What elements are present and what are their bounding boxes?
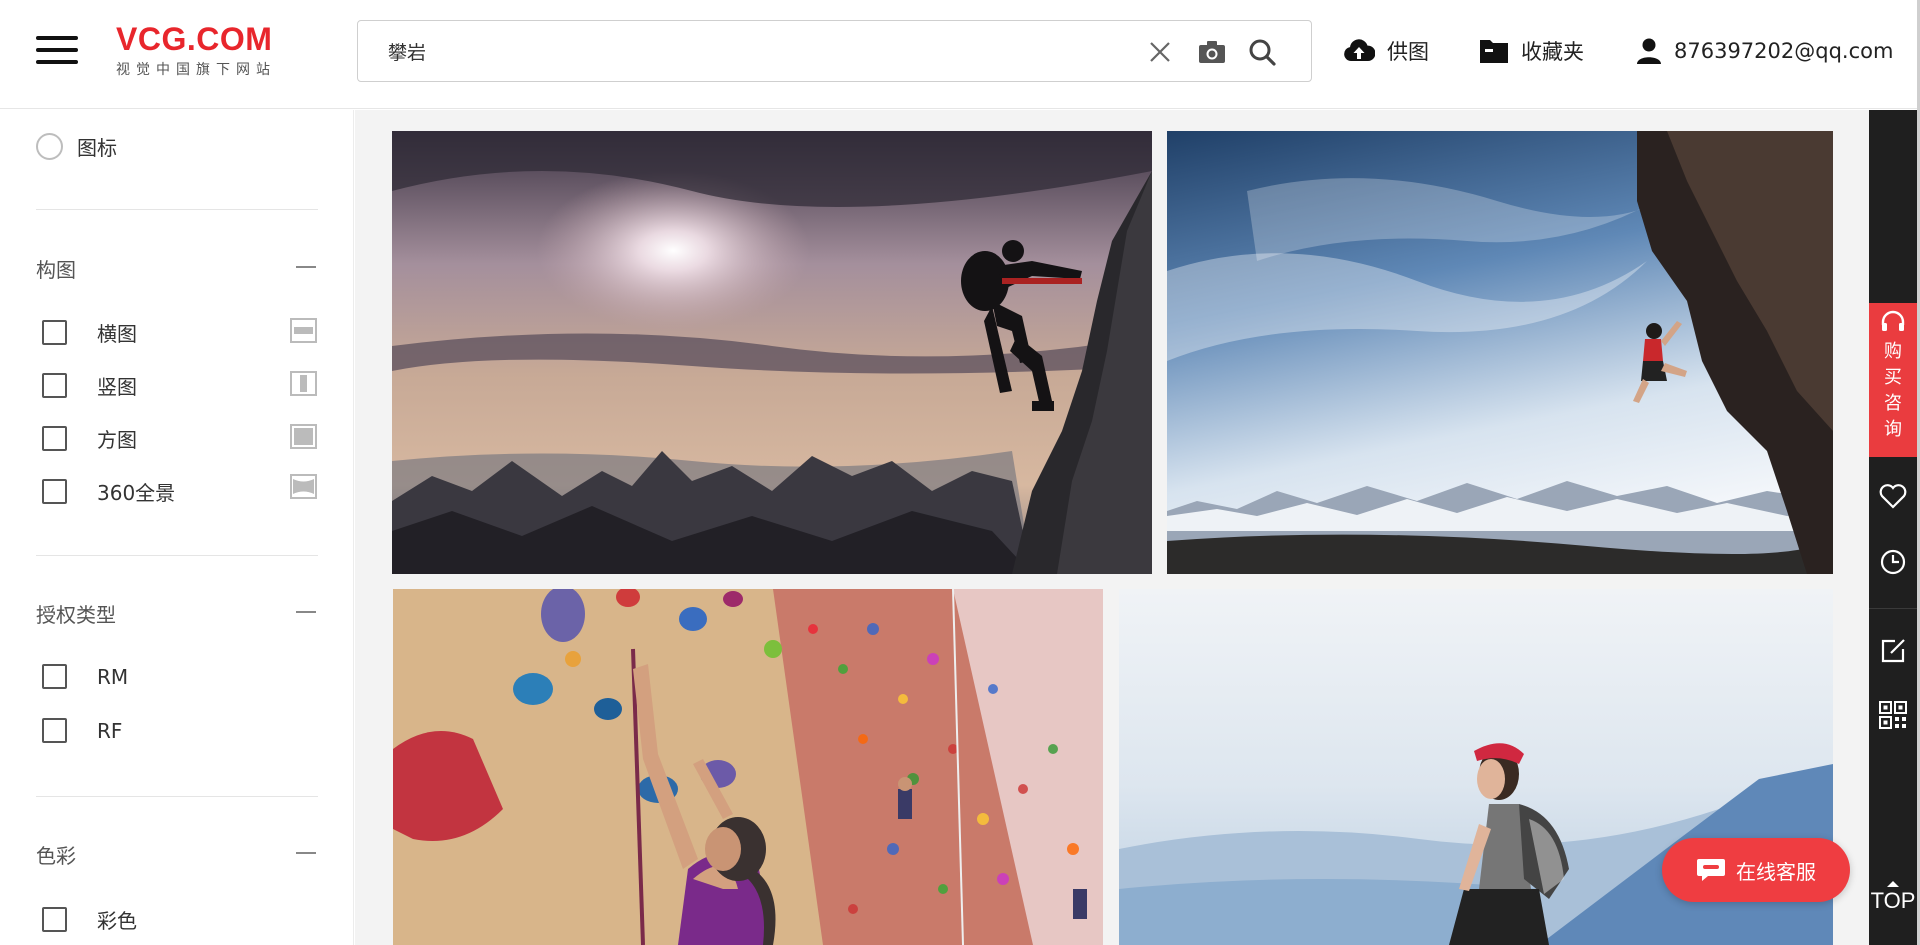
photo-climber-sunset[interactable] — [392, 131, 1152, 574]
filter-rm[interactable]: RM — [36, 664, 128, 689]
divider — [36, 209, 318, 210]
filter-icon-label: 图标 — [77, 136, 117, 160]
license-type-title: 授权类型 — [36, 603, 116, 627]
top-label: TOP — [1870, 888, 1916, 913]
checkbox[interactable] — [42, 320, 67, 345]
checkbox[interactable] — [42, 664, 67, 689]
filter-label: 竖图 — [97, 375, 137, 399]
user-email: 876397202@qq.com — [1674, 39, 1894, 63]
online-service-label: 在线客服 — [1736, 859, 1816, 884]
photo-climber-blue-sky[interactable] — [1167, 131, 1833, 574]
camera-icon[interactable] — [1196, 36, 1228, 68]
supply-label: 供图 — [1387, 40, 1429, 64]
filter-icon-option[interactable]: 图标 — [36, 132, 117, 161]
search-box — [357, 20, 1312, 82]
qr-code-icon[interactable] — [1877, 699, 1909, 731]
right-toolbar — [1869, 110, 1917, 945]
folder-icon — [1480, 40, 1508, 63]
filter-label: 360全景 — [97, 481, 176, 505]
composition-title: 构图 — [36, 258, 76, 282]
user-account-link[interactable]: 876397202@qq.com — [1636, 30, 1893, 72]
filter-vertical[interactable]: 竖图 — [36, 371, 137, 400]
divider — [36, 555, 318, 556]
photo-indoor-climbing[interactable] — [393, 589, 1103, 945]
composition-collapse-icon[interactable] — [296, 266, 316, 268]
search-icon[interactable] — [1246, 36, 1278, 68]
menu-icon[interactable] — [36, 34, 78, 66]
favorites-link[interactable]: 收藏夹 — [1479, 30, 1584, 72]
filter-square[interactable]: 方图 — [36, 424, 137, 453]
cloud-upload-icon — [1344, 39, 1375, 61]
filter-label: 方图 — [97, 428, 137, 452]
vertical-orientation-icon — [290, 371, 317, 396]
checkbox[interactable] — [42, 479, 67, 504]
favorites-label: 收藏夹 — [1521, 40, 1584, 64]
panorama-orientation-icon — [290, 474, 317, 499]
history-clock-icon[interactable] — [1877, 546, 1909, 578]
back-to-top-button[interactable]: TOP — [1869, 880, 1917, 920]
site-logo[interactable]: VCG.COM 视觉中国旗下网站 — [116, 22, 286, 79]
filter-label: RF — [97, 718, 123, 743]
clear-icon[interactable] — [1144, 36, 1176, 68]
feedback-edit-icon[interactable] — [1877, 635, 1909, 667]
consult-char: 购买咨询 — [1884, 341, 1902, 440]
checkbox[interactable] — [42, 426, 67, 451]
horizontal-orientation-icon — [290, 318, 317, 343]
divider — [36, 796, 318, 797]
headset-icon — [1881, 310, 1905, 331]
radio-button[interactable] — [36, 133, 63, 160]
logo-main-text: VCG.COM — [116, 21, 273, 57]
image-gallery — [355, 110, 1869, 945]
filter-label: RM — [97, 664, 129, 689]
filter-panorama[interactable]: 360全景 — [36, 477, 175, 506]
purchase-consult-button[interactable]: 购买咨询 — [1869, 303, 1917, 457]
square-orientation-icon — [290, 424, 317, 449]
filter-rf[interactable]: RF — [36, 718, 122, 743]
user-icon — [1637, 38, 1661, 64]
checkbox[interactable] — [42, 907, 67, 932]
checkbox[interactable] — [42, 373, 67, 398]
purchase-consult-label: 购买咨询 — [1869, 339, 1917, 443]
online-service-button[interactable]: 在线客服 — [1662, 838, 1850, 902]
search-input[interactable] — [388, 35, 1148, 67]
top-header: VCG.COM 视觉中国旗下网站 供图 收藏夹 876397202@qq.com — [0, 0, 1920, 109]
supply-link[interactable]: 供图 — [1343, 30, 1429, 72]
color-collapse-icon[interactable] — [296, 852, 316, 854]
filter-sidebar: 图标 构图 横图 竖图 方图 360全景 授权类型 RM RF 色彩 彩色 — [0, 110, 354, 945]
checkbox[interactable] — [42, 718, 67, 743]
heart-icon[interactable] — [1877, 480, 1909, 512]
toolbar-divider — [1869, 608, 1917, 609]
chevron-up-icon — [1887, 881, 1899, 887]
filter-label: 横图 — [97, 322, 137, 346]
license-collapse-icon[interactable] — [296, 611, 316, 613]
filter-label: 彩色 — [97, 909, 137, 933]
color-title: 色彩 — [36, 844, 76, 868]
filter-horizontal[interactable]: 横图 — [36, 318, 137, 347]
logo-subtitle: 视觉中国旗下网站 — [116, 62, 276, 78]
filter-color[interactable]: 彩色 — [36, 905, 137, 934]
chat-bubble-icon — [1697, 859, 1725, 881]
